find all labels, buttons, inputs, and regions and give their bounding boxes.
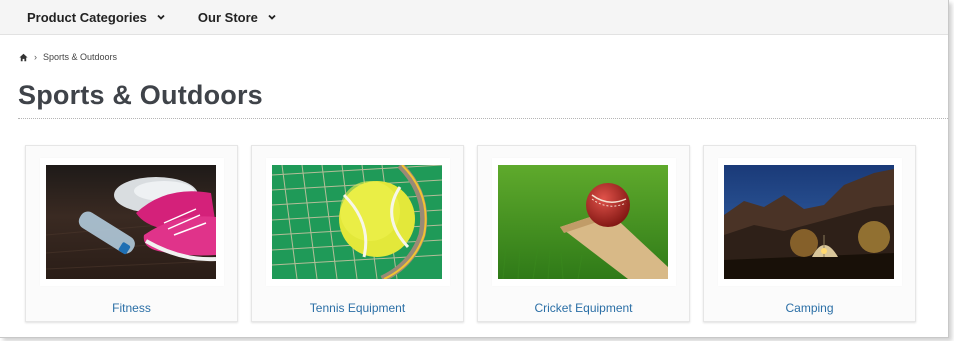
camping-image[interactable] bbox=[724, 165, 894, 279]
category-label[interactable]: Camping bbox=[704, 301, 915, 315]
chevron-down-icon bbox=[268, 14, 276, 20]
category-label[interactable]: Cricket Equipment bbox=[478, 301, 689, 315]
category-label[interactable]: Fitness bbox=[26, 301, 237, 315]
category-card-tennis-equipment[interactable]: Tennis Equipment bbox=[251, 145, 464, 322]
page-title: Sports & Outdoors bbox=[18, 80, 263, 110]
nav-product-categories-label: Product Categories bbox=[27, 9, 147, 25]
category-card-camping[interactable]: Camping bbox=[703, 145, 916, 322]
nav-our-store[interactable]: Our Store bbox=[198, 10, 277, 25]
category-thumbnail bbox=[266, 158, 450, 286]
category-card-fitness[interactable]: Fitness bbox=[25, 145, 238, 322]
breadcrumb-current: Sports & Outdoors bbox=[43, 52, 118, 62]
breadcrumb-separator-icon: › bbox=[34, 52, 37, 62]
category-label[interactable]: Tennis Equipment bbox=[252, 301, 463, 315]
page-frame: Product Categories Our Store › Sports & … bbox=[0, 0, 949, 338]
category-card-cricket-equipment[interactable]: Cricket Equipment bbox=[477, 145, 690, 322]
breadcrumb: › Sports & Outdoors bbox=[19, 52, 117, 62]
chevron-down-icon bbox=[157, 14, 165, 20]
category-thumbnail bbox=[40, 158, 224, 286]
category-thumbnail bbox=[718, 158, 902, 286]
fitness-image[interactable] bbox=[46, 165, 216, 279]
cricket-equipment-image[interactable] bbox=[498, 165, 668, 279]
category-grid: Fitness Tennis Equipment Cricket Equipme… bbox=[25, 145, 929, 322]
title-divider bbox=[18, 118, 948, 119]
nav-product-categories[interactable]: Product Categories bbox=[27, 10, 166, 25]
top-navigation: Product Categories Our Store bbox=[0, 0, 948, 35]
category-thumbnail bbox=[492, 158, 676, 286]
tennis-equipment-image[interactable] bbox=[272, 165, 442, 279]
nav-our-store-label: Our Store bbox=[197, 9, 258, 25]
home-icon[interactable] bbox=[19, 53, 28, 62]
